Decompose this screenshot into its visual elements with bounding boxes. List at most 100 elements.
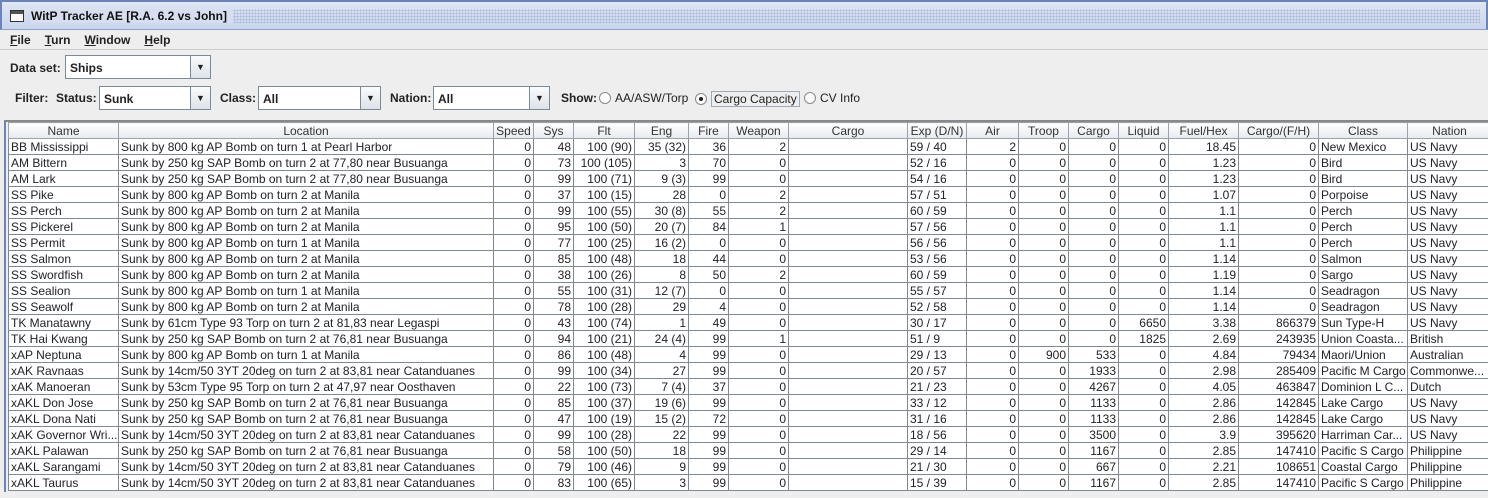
table-row[interactable]: SS Swordfish Sunk by 800 kg AP Bomb on tu… [8,266,1488,283]
class-select[interactable]: All ▼ [258,86,381,110]
table-cell: 108651 [1238,458,1319,475]
table-row[interactable]: TK Manatawny Sunk by 61cm Type 93 Torp on… [8,314,1488,331]
table-cell: 0 [1118,298,1169,315]
radio-cv-info[interactable]: CV Info [804,91,860,105]
table-cell [788,330,908,347]
table-cell: 2 [966,138,1019,155]
table-cell: 33 / 12 [907,394,967,411]
radio-button[interactable] [804,92,816,104]
column-header[interactable]: Sys [533,122,574,139]
menu-turn[interactable]: Turn [45,33,71,47]
status-select[interactable]: Sunk ▼ [99,86,211,110]
radio-cargo-capacity[interactable]: Cargo Capacity [695,91,800,107]
table-cell: US Navy [1407,394,1488,411]
table-row[interactable]: xAKL Don Jose Sunk by 250 kg SAP Bomb on … [8,394,1488,411]
table-cell [788,458,908,475]
table-cell [788,362,908,379]
column-header[interactable]: Speed [493,122,534,139]
table-cell: 2 [728,266,789,283]
table-cell [788,298,908,315]
table-cell: 15 (2) [634,410,689,427]
table-cell: US Navy [1407,314,1488,331]
table-cell: 0 [1118,250,1169,267]
column-header[interactable]: Cargo/(F/H) [1238,122,1319,139]
dataset-select[interactable]: Ships ▼ [65,55,211,79]
table-cell: 667 [1068,458,1119,475]
table-cell: 20 / 57 [907,362,967,379]
table-cell: 0 [728,442,789,459]
table-cell: 55 / 57 [907,282,967,299]
table-row[interactable]: SS Perch Sunk by 800 kg AP Bomb on turn 2… [8,202,1488,219]
table-header-row: Name Location Speed Sys Flt Eng Fire Weapon Carg… [8,122,1488,139]
table-row[interactable]: SS Sealion Sunk by 800 kg AP Bomb on turn… [8,282,1488,299]
nation-select[interactable]: All ▼ [433,86,550,110]
column-header[interactable]: Name [8,122,119,139]
radio-button[interactable] [695,93,707,105]
table-cell: 1.23 [1168,154,1239,171]
table-row[interactable]: xAK Ravnaas Sunk by 14cm/50 3YT 20deg on … [8,362,1488,379]
table-cell: Bird [1318,170,1408,187]
column-header[interactable]: Cargo [1068,122,1119,139]
table-cell: 2.86 [1168,410,1239,427]
table-cell: xAK Manoeran [8,378,119,395]
table-row[interactable]: SS Permit Sunk by 800 kg AP Bomb on turn … [8,234,1488,251]
table-cell: 99 [688,426,729,443]
table-row[interactable]: BB Mississippi Sunk by 800 kg AP Bomb on … [8,138,1488,155]
table-cell: 53 / 56 [907,250,967,267]
table-row[interactable]: xAKL Sarangami Sunk by 14cm/50 3YT 20deg … [8,458,1488,475]
radio-button[interactable] [599,92,611,104]
table-row[interactable]: xAKL Dona Nati Sunk by 250 kg SAP Bomb on… [8,410,1488,427]
table-cell: 0 [966,266,1019,283]
table-row[interactable]: xAP Neptuna Sunk by 800 kg AP Bomb on tur… [8,346,1488,363]
radio-aa-asw-torp[interactable]: AA/ASW/Torp [599,91,688,105]
table-cell: 0 [1018,298,1069,315]
table-row[interactable]: SS Salmon Sunk by 800 kg AP Bomb on turn … [8,250,1488,267]
table-row[interactable]: SS Pike Sunk by 800 kg AP Bomb on turn 2 … [8,186,1488,203]
column-header[interactable]: Class [1318,122,1408,139]
table-row[interactable]: TK Hai Kwang Sunk by 250 kg SAP Bomb on t… [8,330,1488,347]
table-cell: 57 / 56 [907,218,967,235]
table-cell: 51 / 9 [907,330,967,347]
table-row[interactable]: AM Bittern Sunk by 250 kg SAP Bomb on tur… [8,154,1488,171]
column-header[interactable]: Cargo [788,122,908,139]
table-row[interactable]: xAKL Palawan Sunk by 250 kg SAP Bomb on t… [8,442,1488,459]
column-header[interactable]: Weapon [728,122,789,139]
column-header[interactable]: Liquid [1118,122,1169,139]
table-cell: 0 [1118,346,1169,363]
column-header[interactable]: Location [118,122,494,139]
table-cell: 0 [1018,330,1069,347]
column-header[interactable]: Fire [688,122,729,139]
table-row[interactable]: SS Seawolf Sunk by 800 kg AP Bomb on turn… [8,298,1488,315]
table-row[interactable]: AM Lark Sunk by 250 kg SAP Bomb on turn 2… [8,170,1488,187]
column-header[interactable]: Troop [1018,122,1069,139]
table-cell: 0 [728,154,789,171]
column-header[interactable]: Flt [573,122,635,139]
table-cell: US Navy [1407,202,1488,219]
menu-file[interactable]: File [10,33,31,47]
table-cell: 100 (55) [573,202,635,219]
table-cell: 0 [728,362,789,379]
menu-help[interactable]: Help [144,33,170,47]
table-cell: 100 (26) [573,266,635,283]
table-cell: 3 [634,154,689,171]
table-cell: 0 [1018,138,1069,155]
table-cell: 0 [1118,426,1169,443]
table-cell: SS Perch [8,202,119,219]
table-cell: 0 [493,250,534,267]
column-header[interactable]: Exp (D/N) [907,122,967,139]
column-header[interactable]: Air [966,122,1019,139]
table-row[interactable]: xAKL Taurus Sunk by 14cm/50 3YT 20deg on … [8,474,1488,491]
menu-window[interactable]: Window [84,33,130,47]
table-cell: 56 / 56 [907,234,967,251]
table-row[interactable]: xAK Manoeran Sunk by 53cm Type 95 Torp on… [8,378,1488,395]
table-cell [788,218,908,235]
column-header[interactable]: Fuel/Hex [1168,122,1239,139]
table-cell: 99 [533,170,574,187]
table-cell: 0 [1118,282,1169,299]
column-header[interactable]: Nation [1407,122,1488,139]
table-cell: 0 [1018,410,1069,427]
table-cell: 0 [1118,138,1169,155]
table-row[interactable]: xAK Governor Wri... Sunk by 14cm/50 3YT 2… [8,426,1488,443]
table-row[interactable]: SS Pickerel Sunk by 800 kg AP Bomb on tur… [8,218,1488,235]
column-header[interactable]: Eng [634,122,689,139]
